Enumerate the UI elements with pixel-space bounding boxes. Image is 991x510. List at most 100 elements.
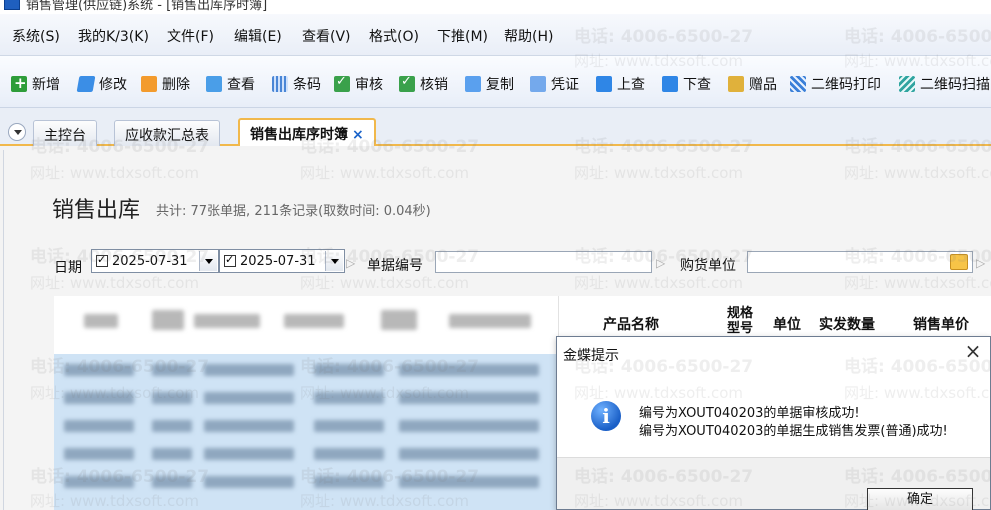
qrcode-print-button[interactable]: 二维码打印 [790,74,881,94]
tab-sales-outbound-journal-label: 销售出库序时簿 [250,127,348,143]
close-tab-icon[interactable]: × [352,127,364,143]
toolbar: 新增 修改 删除 查看 条码 审核 核销 复制 凭证 上查 下查 赠品 二维码打… [0,56,991,108]
window-title: 销售管理(供应链)系统 - [销售出库序时簿] [26,0,268,13]
trace-up-button-label: 上查 [617,77,645,93]
date-from-checkbox[interactable] [96,253,108,267]
tab-list-dropdown-icon[interactable] [8,123,26,141]
tab-console-label: 主控台 [44,128,86,144]
qrcode-scan-icon [899,76,915,92]
column-header-product-name[interactable]: 产品名称 [603,314,659,334]
column-header-unit-price[interactable]: 销售单价 [913,314,969,334]
info-icon: i [591,401,621,431]
bill-number-label: 单据编号 [367,258,423,274]
bill-number-input[interactable] [435,251,652,273]
separator-icon: ▷ [656,256,666,270]
separator-icon: ▷ [346,256,356,270]
view-button-label: 查看 [227,77,255,93]
date-from-picker[interactable]: 2025-07-31 [91,249,219,273]
app-icon [4,0,20,10]
dialog-message-invoice: 编号为XOUT040203的单据生成销售发票(普通)成功! [639,424,948,439]
tab-receivables-summary-label: 应收款汇总表 [125,128,209,144]
table-row[interactable] [54,420,559,432]
table-row[interactable] [54,392,559,404]
trace-down-icon [662,76,678,92]
table-row[interactable] [54,476,559,488]
trace-down-button[interactable]: 下查 [662,74,711,94]
delete-icon [141,76,157,92]
audit-icon [334,74,350,92]
verify-button[interactable]: 核销 [399,74,448,94]
date-to-value: 2025-07-31 [240,253,316,269]
voucher-icon [530,76,546,92]
barcode-button[interactable]: 条码 [272,74,321,94]
ok-button[interactable]: 确定 [867,488,973,510]
gift-button[interactable]: 赠品 [728,74,777,94]
menu-my-k3[interactable]: 我的K/3(K) [78,26,149,46]
add-button[interactable]: 新增 [11,74,60,94]
audit-button[interactable]: 审核 [334,74,383,94]
menu-help[interactable]: 帮助(H) [504,26,553,46]
view-button[interactable]: 查看 [206,74,255,94]
qrcode-print-button-label: 二维码打印 [811,77,881,93]
tab-strip: 主控台 应收款汇总表 销售出库序时簿 × [0,108,991,146]
menu-bar: 系统(S) 我的K/3(K) 文件(F) 编辑(E) 查看(V) 格式(O) 下… [0,14,991,56]
customer-label: 购货单位 [680,258,736,274]
gift-button-label: 赠品 [749,77,777,93]
delete-button[interactable]: 删除 [141,74,190,94]
date-to-dropdown-icon[interactable] [325,251,343,271]
copy-button[interactable]: 复制 [465,74,514,94]
voucher-button-label: 凭证 [551,77,579,93]
date-from-dropdown-icon[interactable] [199,251,217,271]
menu-view[interactable]: 查看(V) [302,26,351,46]
edit-icon [76,76,96,92]
column-header-unit[interactable]: 单位 [773,314,801,334]
copy-button-label: 复制 [486,77,514,93]
verify-icon [399,74,415,92]
barcode-button-label: 条码 [293,77,321,93]
qrcode-scan-button[interactable]: 二维码扫描 [899,74,990,94]
date-from-value: 2025-07-31 [112,253,188,269]
dialog-title: 金蝶提示 [563,348,619,364]
trace-down-button-label: 下查 [683,77,711,93]
customer-lookup-icon[interactable] [950,254,968,270]
audit-button-label: 审核 [355,77,383,93]
page-title: 销售出库 [52,198,141,223]
dialog-body: i 编号为XOUT040203的单据审核成功! 编号为XOUT040203的单据… [557,371,990,457]
table-row[interactable] [54,448,559,460]
dialog-close-icon[interactable]: × [962,339,984,363]
trace-up-icon [596,76,612,92]
blurred-header-group [54,296,559,354]
edit-button[interactable]: 修改 [76,74,127,94]
add-button-label: 新增 [32,77,60,93]
dialog-message-audit: 编号为XOUT040203的单据审核成功! [639,406,860,421]
separator-icon: ▷ [976,256,986,270]
gift-icon [728,76,744,92]
date-to-picker[interactable]: 2025-07-31 [219,249,345,273]
window-titlebar: 销售管理(供应链)系统 - [销售出库序时簿] [0,0,991,14]
qrcode-print-icon [790,76,806,92]
trace-up-button[interactable]: 上查 [596,74,645,94]
tab-console[interactable]: 主控台 [33,120,97,146]
delete-button-label: 删除 [162,77,190,93]
page-stats: 共计: 77张单据, 211条记录(取数时间: 0.04秒) [156,204,431,219]
menu-file[interactable]: 文件(F) [167,26,214,46]
column-header-spec-model[interactable]: 规格型号 [726,306,754,336]
customer-input[interactable] [747,251,973,273]
voucher-button[interactable]: 凭证 [530,74,579,94]
menu-system[interactable]: 系统(S) [12,26,60,46]
edit-button-label: 修改 [99,77,127,93]
dialog-footer: 确定 [557,457,990,510]
date-to-checkbox[interactable] [224,253,236,267]
table-row[interactable] [54,364,559,376]
menu-edit[interactable]: 编辑(E) [234,26,282,46]
menu-format[interactable]: 格式(O) [369,26,419,46]
tab-receivables-summary[interactable]: 应收款汇总表 [114,120,220,146]
selected-rows-block[interactable] [54,354,559,510]
tab-sales-outbound-journal[interactable]: 销售出库序时簿 × [238,118,376,146]
copy-icon [465,76,481,92]
view-icon [206,76,222,92]
barcode-icon [272,76,288,92]
column-header-shipped-qty[interactable]: 实发数量 [819,314,875,334]
qrcode-scan-button-label: 二维码扫描 [920,77,990,93]
menu-push-down[interactable]: 下推(M) [437,26,488,46]
